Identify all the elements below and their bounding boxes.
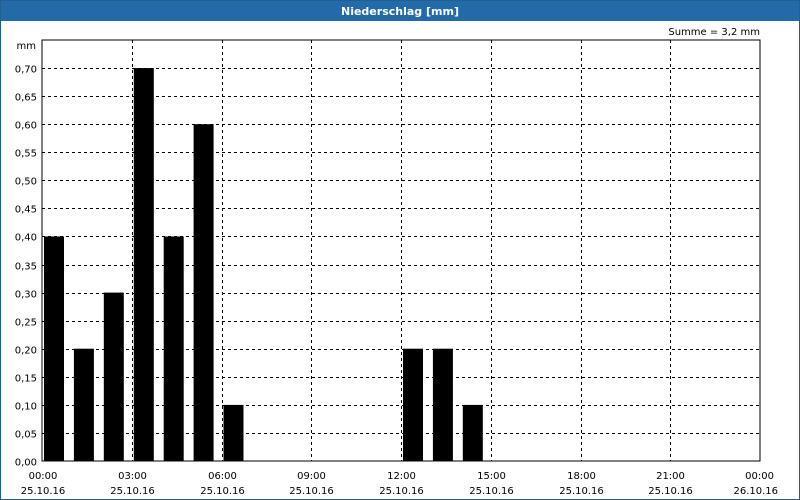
x-tick-date: 26.10.16 [733,486,778,497]
x-tick-time: 15:00 [477,471,506,482]
bar [223,404,244,461]
bar [44,236,64,461]
y-tick-label: 0,40 [15,233,37,244]
x-tick-time: 03:00 [118,471,147,482]
x-tick-date: 25.10.16 [21,486,66,497]
x-tick-time: 12:00 [387,471,416,482]
y-tick-label: 0,35 [15,262,37,273]
bar [163,236,184,461]
y-tick-label: 0,25 [15,318,37,329]
y-tick-label: 0,10 [15,402,37,413]
y-tick-label: 0,45 [15,205,37,216]
y-tick-label: 0,15 [15,374,37,385]
x-tick-date: 25.10.16 [648,486,693,497]
y-tick-label: 0,70 [15,65,37,76]
bars-group [44,68,483,461]
y-tick-label: 0,60 [15,121,37,132]
x-tick-time: 21:00 [656,471,685,482]
x-tick-date: 25.10.16 [559,486,604,497]
sum-annotation: Summe = 3,2 mm [668,27,760,38]
bar [403,348,423,461]
x-tick-time: 00:00 [29,471,58,482]
y-tick-label: 0,30 [15,290,37,301]
y-tick-label: 0,50 [15,177,37,188]
y-axis-label: mm [17,41,36,52]
bar [103,292,124,461]
x-tick-time: 06:00 [208,471,237,482]
x-tick-date: 25.10.16 [379,486,424,497]
bar [462,404,483,461]
x-tick-date: 25.10.16 [289,486,334,497]
y-tick-label: 0,00 [15,458,37,469]
x-tick-date: 25.10.16 [469,486,514,497]
y-tick-label: 0,20 [15,346,37,357]
x-tick-time: 18:00 [567,471,596,482]
y-tick-label: 0,05 [15,430,37,441]
x-tick-date: 25.10.16 [200,486,245,497]
precipitation-chart: 0,00 0,05 0,10 0,15 0,20 0,25 0,30 0,35 0,40 0,45… [15,27,778,497]
bar [193,124,214,461]
x-tick-time: 09:00 [297,471,326,482]
x-tick-time: 00:00 [745,471,774,482]
y-axis: 0,00 0,05 0,10 0,15 0,20 0,25 0,30 0,35 0,40 0,45… [15,65,37,469]
y-tick-label: 0,65 [15,93,37,104]
x-tick-date: 25.10.16 [110,486,155,497]
y-tick-label: 0,55 [15,149,37,160]
bar [73,348,94,461]
bar [133,68,154,461]
bar [432,348,453,461]
x-axis: 00:00 25.10.16 03:00 25.10.16 06:00 25.10.16 0… [21,471,778,497]
